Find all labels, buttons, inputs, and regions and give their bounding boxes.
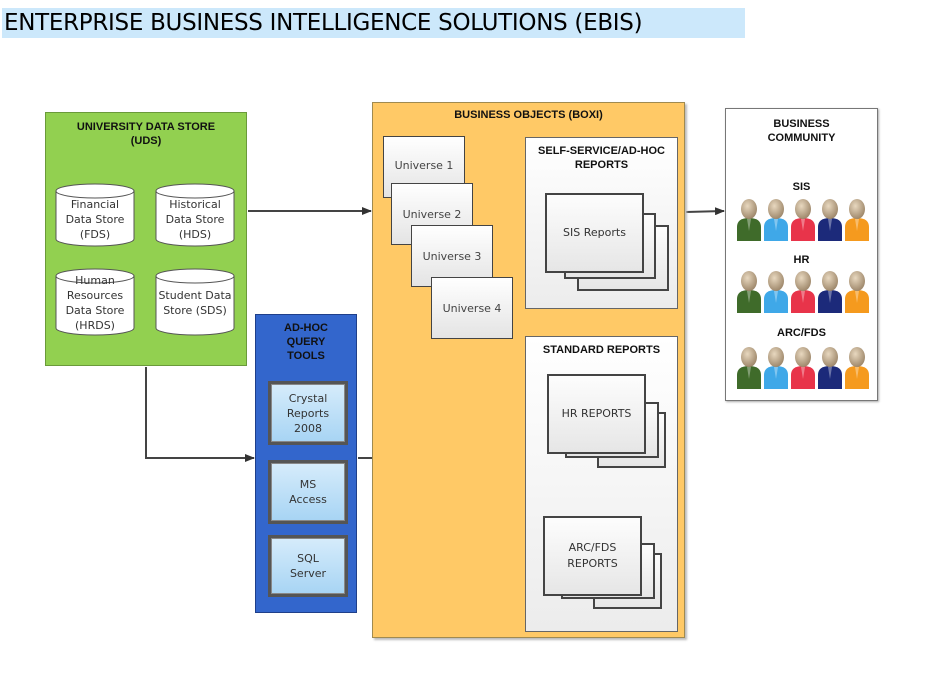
adhoc-title-line: AD-HOC <box>284 322 328 334</box>
tool-label: Reports <box>286 406 330 420</box>
self-service-title: SELF-SERVICE/AD-HOC REPORTS <box>526 144 677 172</box>
universe-4: Universe 4 <box>431 277 513 339</box>
universe-label: Universe 2 <box>402 207 462 221</box>
user-icon <box>845 271 869 313</box>
user-icon <box>737 271 761 313</box>
business-objects-boxi: BUSINESS OBJECTS (BOXI) Universe 1 Unive… <box>372 102 685 638</box>
user-icon <box>845 347 869 389</box>
report-page-front: ARC/FDS REPORTS <box>543 516 642 596</box>
user-icon <box>737 347 761 389</box>
group-label-sis: SIS <box>792 181 811 193</box>
report-label: HR REPORTS <box>561 407 632 420</box>
user-icon <box>791 199 815 241</box>
student-data-store: Student Data Store (SDS) <box>155 268 235 336</box>
user-group-sis <box>736 197 870 241</box>
arrow-boxi-to-community <box>685 207 725 216</box>
store-label: (HRDS) <box>75 319 115 332</box>
report-label: REPORTS <box>567 557 618 570</box>
store-label: Data Store <box>65 304 125 317</box>
tool-label: 2008 <box>293 421 322 435</box>
self-service-title-line: REPORTS <box>574 159 629 171</box>
uds-title-line2: (UDS) <box>130 135 162 147</box>
report-label: ARC/FDS <box>568 541 617 554</box>
user-icon <box>764 199 788 241</box>
store-label: Data Store <box>65 213 125 226</box>
self-service-reports: SELF-SERVICE/AD-HOC REPORTS SIS Reports <box>525 137 678 309</box>
adhoc-title-line: TOOLS <box>287 350 325 362</box>
tool-label: Access <box>289 493 327 506</box>
boxi-title: BUSINESS OBJECTS (BOXI) <box>454 109 603 121</box>
universe-label: Universe 1 <box>394 158 454 172</box>
user-icon <box>764 347 788 389</box>
store-label: Data Store <box>165 213 225 226</box>
user-group-hr <box>736 269 870 313</box>
page-title: ENTERPRISE BUSINESS INTELLIGENCE SOLUTIO… <box>2 8 745 38</box>
user-icon <box>818 199 842 241</box>
tool-crystal-reports: Crystal Reports 2008 <box>268 381 348 445</box>
adhoc-title-line: QUERY <box>286 336 326 348</box>
uds-title: UNIVERSITY DATA STORE (UDS) <box>46 120 246 148</box>
group-label-hr: HR <box>793 254 810 266</box>
user-icon <box>818 347 842 389</box>
financial-data-store: Financial Data Store (FDS) <box>55 183 135 247</box>
user-group-arc-fds <box>736 345 870 389</box>
standard-reports-title: STANDARD REPORTS <box>542 344 661 356</box>
tool-label: Crystal <box>288 391 328 405</box>
store-label: Historical <box>169 198 221 211</box>
sis-reports: SIS Reports <box>545 193 669 293</box>
tool-label: Server <box>289 567 327 580</box>
university-data-store: UNIVERSITY DATA STORE (UDS) Financial Da… <box>45 112 247 366</box>
historical-data-store: Historical Data Store (HDS) <box>155 183 235 247</box>
user-icon <box>764 271 788 313</box>
tool-label: SQL <box>297 552 319 565</box>
business-community: BUSINESS COMMUNITY SIS HR ARC/FDS <box>725 108 878 401</box>
store-label: Store (SDS) <box>163 304 227 317</box>
user-icon <box>791 271 815 313</box>
hr-reports: HR REPORTS <box>547 374 667 474</box>
community-title: BUSINESS COMMUNITY <box>726 117 877 145</box>
store-label: (FDS) <box>79 228 111 241</box>
community-title-line: COMMUNITY <box>767 132 836 144</box>
tool-sql-server: SQL Server <box>268 535 348 597</box>
tool-ms-access: MS Access <box>268 460 348 524</box>
universe-label: Universe 3 <box>422 249 482 263</box>
adhoc-title: AD-HOC QUERY TOOLS <box>256 321 356 363</box>
universe-label: Universe 4 <box>442 301 502 315</box>
uds-title-line1: UNIVERSITY DATA STORE <box>76 121 216 133</box>
arc-fds-reports: ARC/FDS REPORTS <box>543 516 663 616</box>
report-page-front: HR REPORTS <box>547 374 646 454</box>
user-icon <box>845 199 869 241</box>
self-service-title-line: SELF-SERVICE/AD-HOC <box>538 145 665 157</box>
adhoc-query-tools: AD-HOC QUERY TOOLS Crystal Reports 2008 … <box>255 314 357 613</box>
group-label-arc-fds: ARC/FDS <box>777 327 826 339</box>
store-label: Financial <box>70 198 120 211</box>
user-icon <box>791 347 815 389</box>
report-page-front: SIS Reports <box>545 193 644 273</box>
store-label: (HDS) <box>178 228 212 241</box>
tool-label: MS <box>299 478 317 491</box>
report-label: SIS Reports <box>563 226 626 239</box>
human-resources-data-store: Human Resources Data Store (HRDS) <box>55 268 135 336</box>
user-icon <box>818 271 842 313</box>
store-label: Resources <box>66 289 124 302</box>
standard-reports: STANDARD REPORTS HR REPORTS ARC/FDS REPO… <box>525 336 678 632</box>
community-title-line: BUSINESS <box>773 118 830 130</box>
user-icon <box>737 199 761 241</box>
arrow-uds-to-adhoc <box>145 367 255 462</box>
store-label: Student Data <box>158 289 232 302</box>
store-label: Human <box>75 274 115 287</box>
